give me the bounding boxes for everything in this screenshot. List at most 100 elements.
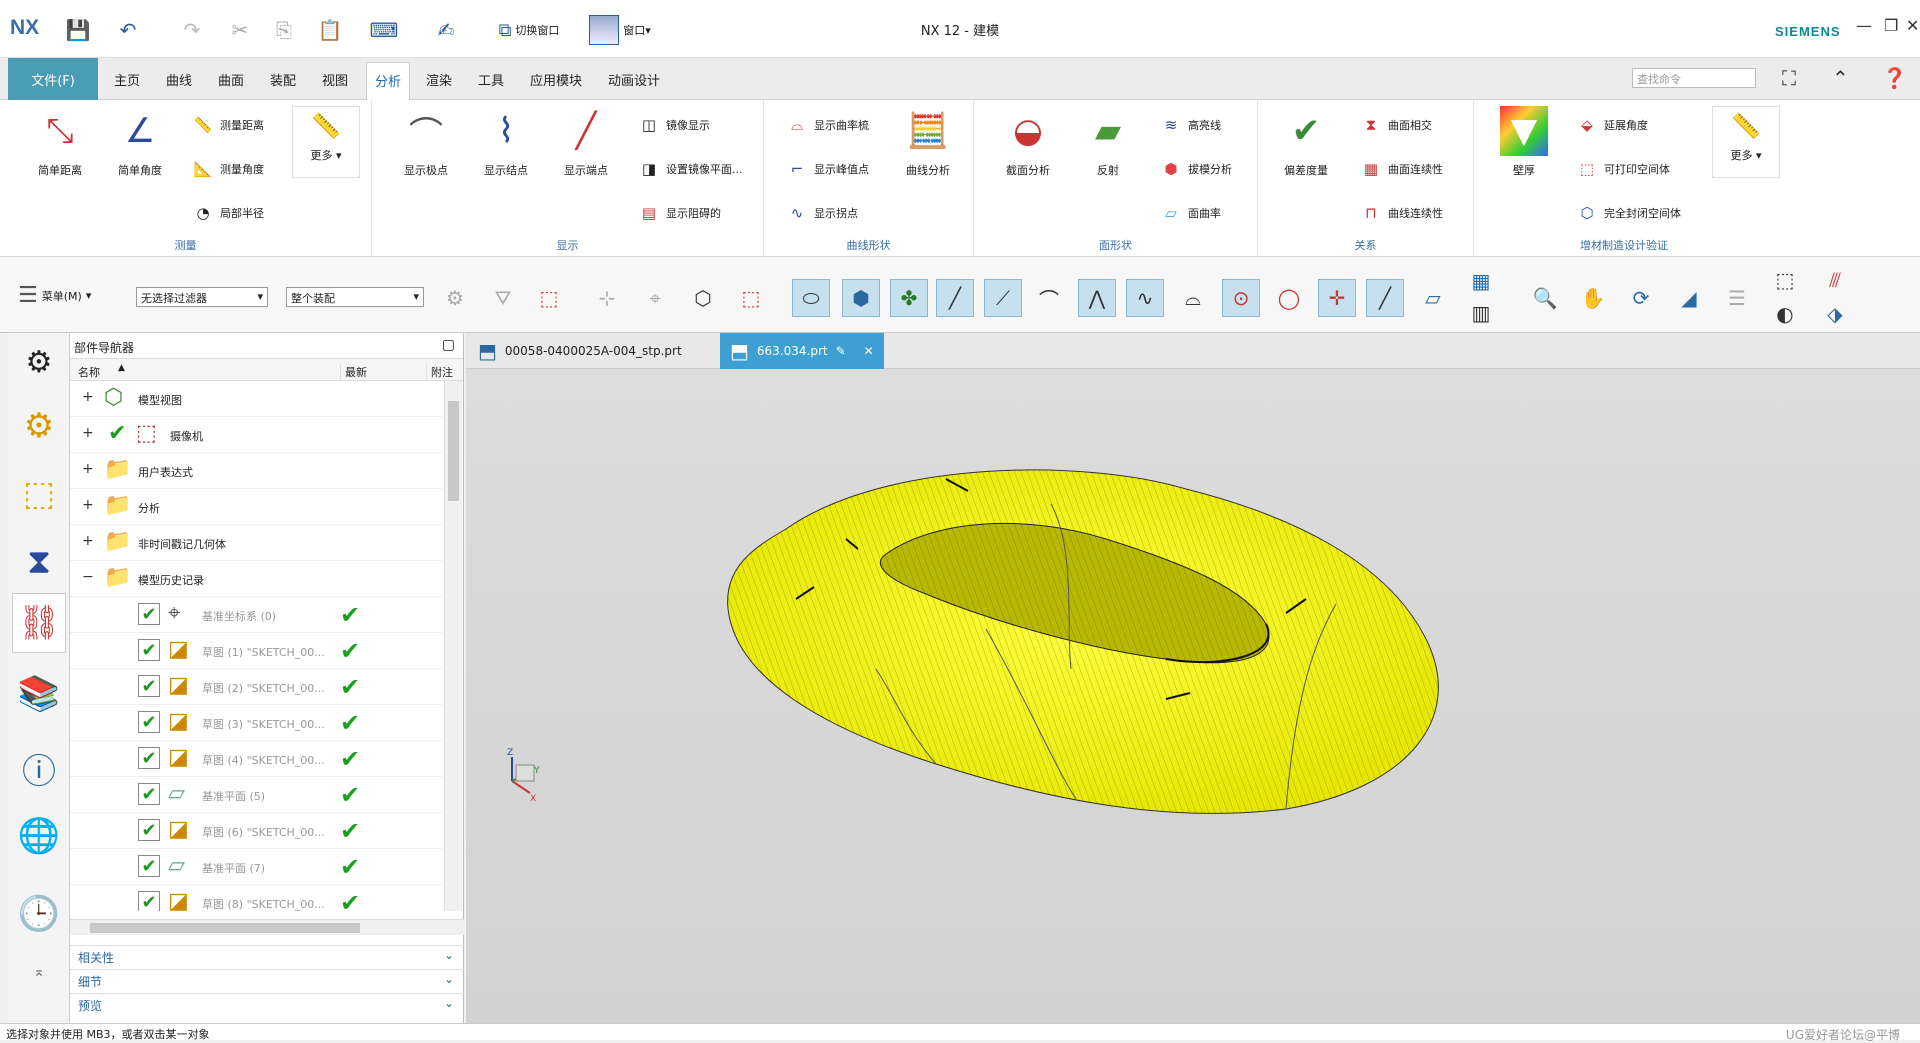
mirror-display-button[interactable]: ◫ 镜像显示	[636, 114, 710, 136]
close-icon[interactable]: ✕	[1906, 16, 1919, 35]
midpoint-icon[interactable]: ╱	[1366, 279, 1404, 317]
wall-thickness-button[interactable]: ▼ 壁厚	[1490, 106, 1558, 178]
command-search-input[interactable]: 查找命令	[1632, 68, 1756, 88]
curve-continuity-button[interactable]: ⊓ 曲线连续性	[1358, 202, 1443, 224]
perspective-icon[interactable]: ◢	[1670, 279, 1708, 317]
section-analysis-button[interactable]: ◒ 截面分析	[994, 106, 1062, 178]
zoom-window-icon[interactable]: 🔍	[1526, 279, 1564, 317]
clock-icon[interactable]: 🕒	[14, 889, 64, 939]
minimize-icon[interactable]: —	[1856, 16, 1872, 35]
roles-icon[interactable]: ⚙	[14, 401, 64, 451]
enclosed-cavity-button[interactable]: ⬡ 完全封闭空间体	[1574, 202, 1681, 224]
collapse-icon[interactable]: −	[82, 570, 94, 584]
grid-lines-icon[interactable]: ▥	[1462, 301, 1500, 325]
web-browser-icon[interactable]: ⓘ	[14, 743, 64, 793]
solid-select-icon[interactable]: ⬢	[842, 279, 880, 317]
feature-checkbox[interactable]: ✔	[138, 855, 160, 877]
tree-row-user-expressions[interactable]: + 📁 用户表达式	[70, 453, 442, 489]
polyline-icon[interactable]: ⋀	[1078, 279, 1116, 317]
show-inflection-button[interactable]: ∿ 显示拐点	[784, 202, 858, 224]
feature-checkbox[interactable]: ✔	[138, 891, 160, 911]
grid-icon[interactable]: ▦	[1462, 267, 1500, 295]
circle-center-icon[interactable]: ⊙	[1222, 279, 1260, 317]
section-preview[interactable]: 预览 ⌄	[70, 993, 464, 1015]
show-poles-button[interactable]: ⌒ 显示极点	[392, 106, 460, 178]
close-tab-icon[interactable]: ✕	[864, 344, 874, 358]
clip-section-icon[interactable]: ⬗	[1816, 301, 1854, 327]
selection-cube-icon[interactable]: ⬡	[684, 279, 722, 317]
section-details[interactable]: 细节 ⌄	[70, 969, 464, 991]
tree-row-analysis[interactable]: + 📁 分析	[70, 489, 442, 525]
curve-analysis-button[interactable]: 🧮 曲线分析	[894, 106, 962, 178]
constraint-navigator-icon[interactable]: ⧗	[14, 537, 64, 587]
tree-row-feature[interactable]: ✔ ◪ 草图 (6) "SKETCH_00... ✔	[70, 813, 442, 849]
point-select-icon[interactable]: ✤	[890, 279, 928, 317]
feature-checkbox[interactable]: ✔	[138, 819, 160, 841]
show-endpoints-button[interactable]: ╱ 显示端点	[552, 106, 620, 178]
expand-icon[interactable]: +	[82, 426, 94, 440]
feature-checkbox[interactable]: ✔	[138, 711, 160, 733]
navigator-vertical-scrollbar[interactable]	[444, 381, 462, 911]
type-filter-icon[interactable]: ⚙	[436, 279, 474, 317]
feature-checkbox[interactable]: ✔	[138, 747, 160, 769]
filter-icon[interactable]: ⛛	[484, 279, 522, 317]
edge-select-icon[interactable]: ⟋	[984, 279, 1022, 317]
column-latest[interactable]: 最新	[340, 364, 367, 380]
measure-distance-button[interactable]: 📏 测量距离	[190, 114, 264, 136]
select-all-icon[interactable]: ⬚	[530, 279, 568, 317]
arc-center-icon[interactable]: ⌓	[1174, 279, 1212, 317]
tree-row-feature[interactable]: ✔ ⌖ 基准坐标系 (0) ✔	[70, 597, 442, 633]
rotate-icon[interactable]: ⟳	[1622, 279, 1660, 317]
maximize-panel-icon[interactable]: ▢	[442, 337, 455, 353]
tree-row-feature[interactable]: ✔ ▱ 基准平面 (5) ✔	[70, 777, 442, 813]
tab-curve[interactable]: 曲线	[166, 70, 192, 89]
show-snap-button[interactable]: ▤ 显示阻碍的	[636, 202, 721, 224]
face-curvature-button[interactable]: ▱ 面曲率	[1158, 202, 1221, 224]
show-knots-button[interactable]: ⌇ 显示结点	[472, 106, 540, 178]
set-mirror-plane-button[interactable]: ◨ 设置镜像平面...	[636, 158, 743, 180]
assembly-scope-select[interactable]: 整个装配 ▾	[286, 287, 424, 307]
doc-tab[interactable]: ⬒ 00058-0400025A-004_stp.prt	[468, 333, 692, 369]
restore-icon[interactable]: ❐	[1884, 16, 1898, 35]
face-continuity-button[interactable]: ▦ 曲面连续性	[1358, 158, 1443, 180]
tree-row-feature[interactable]: ✔ ▱ 基准平面 (7) ✔	[70, 849, 442, 885]
column-attached[interactable]: 附注	[426, 364, 453, 380]
simple-distance-button[interactable]: ⤡ 简单距离	[26, 106, 94, 178]
scrollbar-thumb[interactable]	[448, 401, 459, 501]
local-radius-button[interactable]: ◔ 局部半径	[190, 202, 264, 224]
reflection-button[interactable]: ▰ 反射	[1074, 106, 1142, 178]
graphics-window[interactable]: Z Y X	[466, 369, 1920, 1023]
feature-point-icon[interactable]: ⌖	[636, 279, 674, 317]
show-comb-button[interactable]: ⌓ 显示曲率梳	[784, 114, 869, 136]
tab-view[interactable]: 视图	[322, 70, 348, 89]
assembly-navigator-icon[interactable]: ⬚	[14, 469, 64, 519]
settings-gear-icon[interactable]: ⚙	[14, 337, 64, 387]
draft-analysis-button[interactable]: ⬢ 拔模分析	[1158, 158, 1232, 180]
resource-bar-options-icon[interactable]: ⌅	[14, 947, 64, 997]
quadrant-point-icon[interactable]: ◯	[1270, 279, 1308, 317]
face-intersect-button[interactable]: ⧗ 曲面相交	[1358, 114, 1432, 136]
edit-section-icon[interactable]: ⫻	[1816, 265, 1854, 295]
tree-row-feature[interactable]: ✔ ◪ 草图 (3) "SKETCH_00... ✔	[70, 705, 442, 741]
tree-row-model-views[interactable]: + ⬡ 模型视图	[70, 381, 442, 417]
tree-row-feature[interactable]: ✔ ◪ 草图 (4) "SKETCH_00... ✔	[70, 741, 442, 777]
menu-button[interactable]: ☰ 菜单(M) ▾	[18, 283, 91, 308]
face-point-icon[interactable]: ▱	[1414, 279, 1452, 317]
line-select-icon[interactable]: ╱	[936, 279, 974, 317]
tab-animation[interactable]: 动画设计	[608, 70, 660, 89]
tab-applications[interactable]: 应用模块	[530, 70, 582, 89]
measure-more-button[interactable]: 📏 更多 ▾	[292, 106, 360, 178]
tree-row-feature[interactable]: ✔ ◪ 草图 (8) "SKETCH_00... ✔	[70, 885, 442, 911]
face-select-icon[interactable]: ⬭	[792, 279, 830, 317]
section-dependencies[interactable]: 相关性 ⌄	[70, 945, 464, 967]
tab-surface[interactable]: 曲面	[218, 70, 244, 89]
expand-icon[interactable]: +	[82, 534, 94, 548]
help-icon[interactable]: ❓	[1882, 66, 1907, 90]
simple-angle-button[interactable]: ∠ 简单角度	[106, 106, 174, 178]
feature-checkbox[interactable]: ✔	[138, 783, 160, 805]
fullscreen-icon[interactable]: ⛶	[1782, 66, 1796, 90]
history-icon[interactable]: 🌐	[14, 811, 64, 861]
tree-row-non-timestamp-geometry[interactable]: + 📁 非时间戳记几何体	[70, 525, 442, 561]
tree-row-model-history[interactable]: − 📁 模型历史记录	[70, 561, 442, 597]
tree-row-feature[interactable]: ✔ ◪ 草图 (1) "SKETCH_00... ✔	[70, 633, 442, 669]
